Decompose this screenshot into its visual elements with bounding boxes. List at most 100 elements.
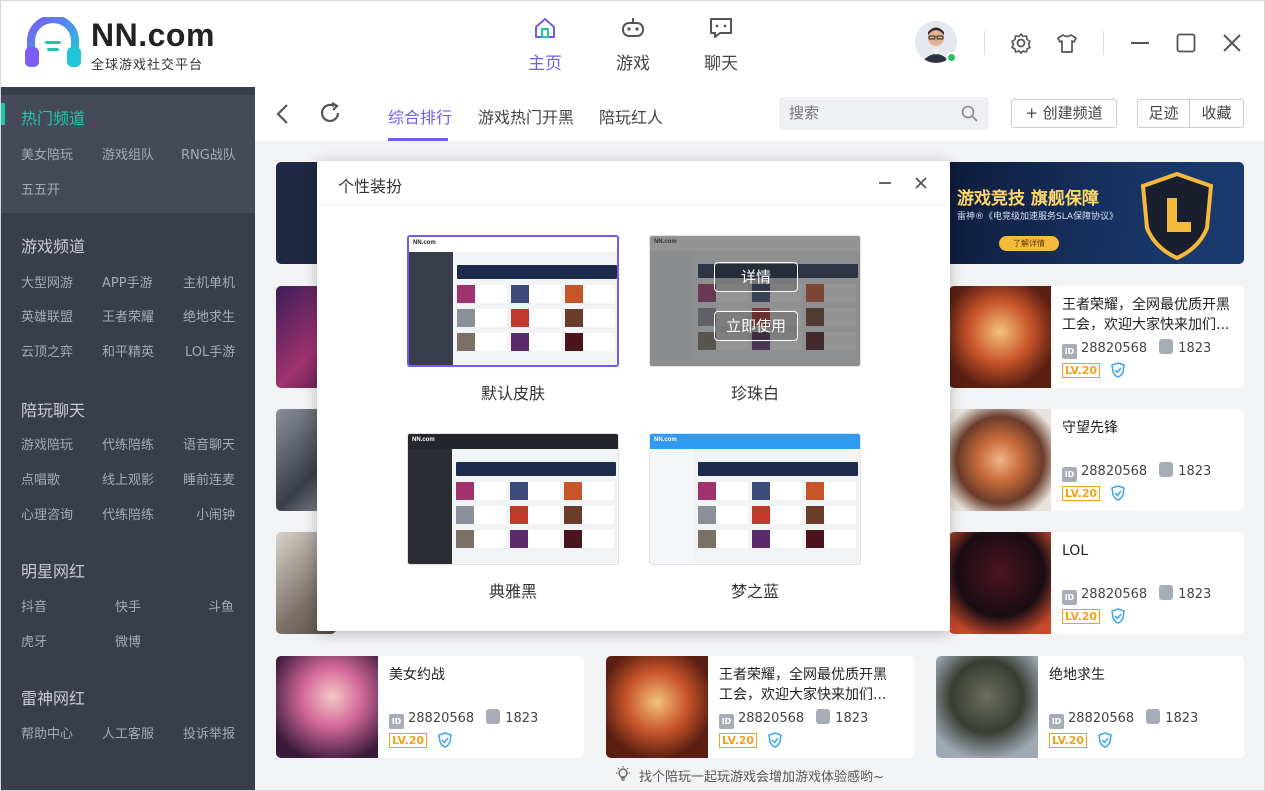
modal-close-icon[interactable] (913, 175, 929, 191)
sidebar-item[interactable]: 斗鱼 (208, 596, 234, 615)
sidebar-title-star[interactable]: 明星网红 (21, 558, 85, 582)
chat-icon (710, 18, 732, 38)
sidebar-item[interactable]: 美女陪玩 (21, 144, 73, 163)
sidebar-item[interactable]: 帮助中心 (21, 723, 73, 742)
favorite-button[interactable]: 收藏 (1189, 99, 1244, 128)
toolbar-divider (984, 31, 985, 55)
sidebar-item[interactable]: 点唱歌 (21, 469, 60, 488)
bottom-tip: 找个陪玩一起玩游戏会增加游戏体验感哟~ (615, 766, 884, 785)
sidebar-item[interactable]: 睡前连麦 (183, 469, 235, 488)
game-card[interactable]: 守望先锋 ID 28820568 1823 LV.20 (949, 409, 1244, 511)
preview-card (698, 506, 748, 524)
skin-modal: 个性装扮 NN.com 默认皮肤 详情 立即使用 珍珠白 NN.com 典雅黑 … (317, 161, 950, 631)
minimize-icon[interactable] (1129, 32, 1151, 54)
game-card[interactable]: 王者荣耀，全网最优质开黑工会，欢迎大家快来加们... ID 28820568 182… (606, 656, 914, 758)
sidebar-item[interactable]: 代练陪练 (102, 434, 154, 453)
search-icon[interactable] (961, 105, 978, 122)
modal-minimize-icon[interactable] (877, 175, 893, 191)
sidebar-title-game[interactable]: 游戏频道 (21, 233, 85, 257)
sidebar-item[interactable]: 绝地求生 (183, 306, 235, 325)
sidebar-item[interactable]: APP手游 (102, 272, 153, 291)
sidebar-item[interactable]: 人工客服 (102, 723, 154, 742)
game-card[interactable]: 美女约战 ID 28820568 1823 LV.20 (276, 656, 584, 758)
sidebar-item[interactable]: 虎牙 (21, 631, 47, 650)
card-thumbnail (936, 656, 1038, 758)
skin-name: 默认皮肤 (480, 384, 545, 403)
nav-chat-label: 聊天 (704, 54, 738, 74)
game-card[interactable]: 绝地求生 ID 28820568 1823 LV.20 (936, 656, 1244, 758)
preview-card (565, 333, 615, 351)
footprint-button[interactable]: 足迹 (1137, 99, 1190, 128)
sidebar-item[interactable]: 和平精英 (102, 341, 154, 360)
preview-card (752, 506, 802, 524)
sidebar: 热门频道 美女陪玩 游戏组队 RNG战队 五五开 游戏频道 大型网游 APP手游… (1, 87, 255, 790)
skin-name: 典雅黑 (488, 582, 537, 601)
tab-companion-stars[interactable]: 陪玩红人 (599, 104, 663, 128)
sidebar-item[interactable]: 微博 (115, 631, 141, 650)
preview-card (806, 506, 856, 524)
skin-apply-button[interactable]: 立即使用 (714, 311, 798, 341)
sidebar-item[interactable]: 语音聊天 (183, 434, 235, 453)
sidebar-item[interactable]: RNG战队 (181, 144, 236, 163)
preview-card (564, 506, 614, 524)
sidebar-item[interactable]: 快手 (115, 596, 141, 615)
sidebar-item[interactable]: 云顶之弈 (21, 341, 73, 360)
settings-icon[interactable] (1010, 32, 1032, 54)
sidebar-item[interactable]: 王者荣耀 (102, 306, 154, 325)
id-badge-icon: ID (389, 714, 404, 729)
skin-shirt-icon[interactable] (1056, 32, 1078, 54)
skin-option-default[interactable]: NN.com 默认皮肤 (407, 235, 619, 405)
home-icon (535, 18, 555, 38)
game-card[interactable]: 王者荣耀，全网最优质开黑工会，欢迎大家快来加们... ID 28820568 182… (949, 286, 1244, 388)
sidebar-item[interactable]: 小闹钟 (196, 504, 235, 523)
sidebar-item[interactable]: 游戏组队 (102, 144, 154, 163)
brand-name: NN.com (91, 17, 215, 53)
sidebar-item[interactable]: 投诉举报 (183, 723, 235, 742)
sidebar-item[interactable]: 游戏陪玩 (21, 434, 73, 453)
skin-option-pearl-white[interactable]: NN.com 详情 立即使用 珍珠白 (649, 235, 861, 405)
modal-header: 个性装扮 (317, 161, 950, 205)
skin-name: 梦之蓝 (730, 582, 779, 601)
create-channel-button[interactable]: + 创建频道 (1011, 99, 1117, 128)
sidebar-item[interactable]: LOL手游 (185, 341, 235, 360)
skin-details-button[interactable]: 详情 (714, 262, 798, 292)
preview-card (806, 530, 856, 548)
sidebar-item[interactable]: 主机单机 (183, 272, 235, 291)
nav-home[interactable]: 主页 (515, 15, 575, 75)
preview-sidebar (409, 252, 453, 365)
tab-hot-games[interactable]: 游戏热门开黑 (478, 104, 574, 128)
sidebar-title-hot[interactable]: 热门频道 (21, 105, 85, 129)
sidebar-item[interactable]: 英雄联盟 (21, 306, 73, 325)
maximize-icon[interactable] (1175, 32, 1197, 54)
nav-game[interactable]: 游戏 (603, 15, 663, 75)
sidebar-item[interactable]: 抖音 (21, 596, 47, 615)
search-input[interactable] (789, 103, 949, 123)
nav-chat[interactable]: 聊天 (691, 15, 751, 75)
tab-ranking[interactable]: 综合排行 (388, 104, 452, 128)
sidebar-title-leishen[interactable]: 雷神网红 (21, 685, 85, 709)
sidebar-item[interactable]: 心理咨询 (21, 504, 73, 523)
game-card[interactable]: LOL ID 28820568 1823 LV.20 (949, 532, 1244, 634)
banner-button[interactable]: 了解详情 (999, 236, 1059, 251)
id-badge-icon: ID (1062, 590, 1077, 605)
sidebar-item[interactable]: 五五开 (21, 179, 60, 198)
verified-shield-icon (768, 732, 782, 748)
skin-preview: NN.com (407, 433, 619, 565)
close-icon[interactable] (1221, 32, 1243, 54)
skin-option-dream-blue[interactable]: NN.com 梦之蓝 (649, 433, 861, 603)
sidebar-item[interactable]: 线上观影 (102, 469, 154, 488)
sidebar-title-chat[interactable]: 陪玩聊天 (21, 397, 85, 421)
id-badge-icon: ID (719, 714, 734, 729)
card-meta: ID 28820568 1823 (719, 709, 868, 729)
fans-icon (1159, 462, 1174, 477)
search-box[interactable] (779, 97, 989, 130)
preview-card (806, 482, 856, 500)
back-arrow-icon[interactable] (275, 102, 291, 126)
promo-banner[interactable]: 游戏竞技 旗舰保障 雷神®《电竞级加速服务SLA保障协议》 了解详情 (949, 162, 1244, 264)
skin-option-elegant-black[interactable]: NN.com 典雅黑 (407, 433, 619, 603)
sidebar-item[interactable]: 代练陪练 (102, 504, 154, 523)
refresh-icon[interactable] (318, 101, 342, 125)
preview-card (511, 309, 561, 327)
fans-icon (1146, 709, 1161, 724)
sidebar-item[interactable]: 大型网游 (21, 272, 73, 291)
